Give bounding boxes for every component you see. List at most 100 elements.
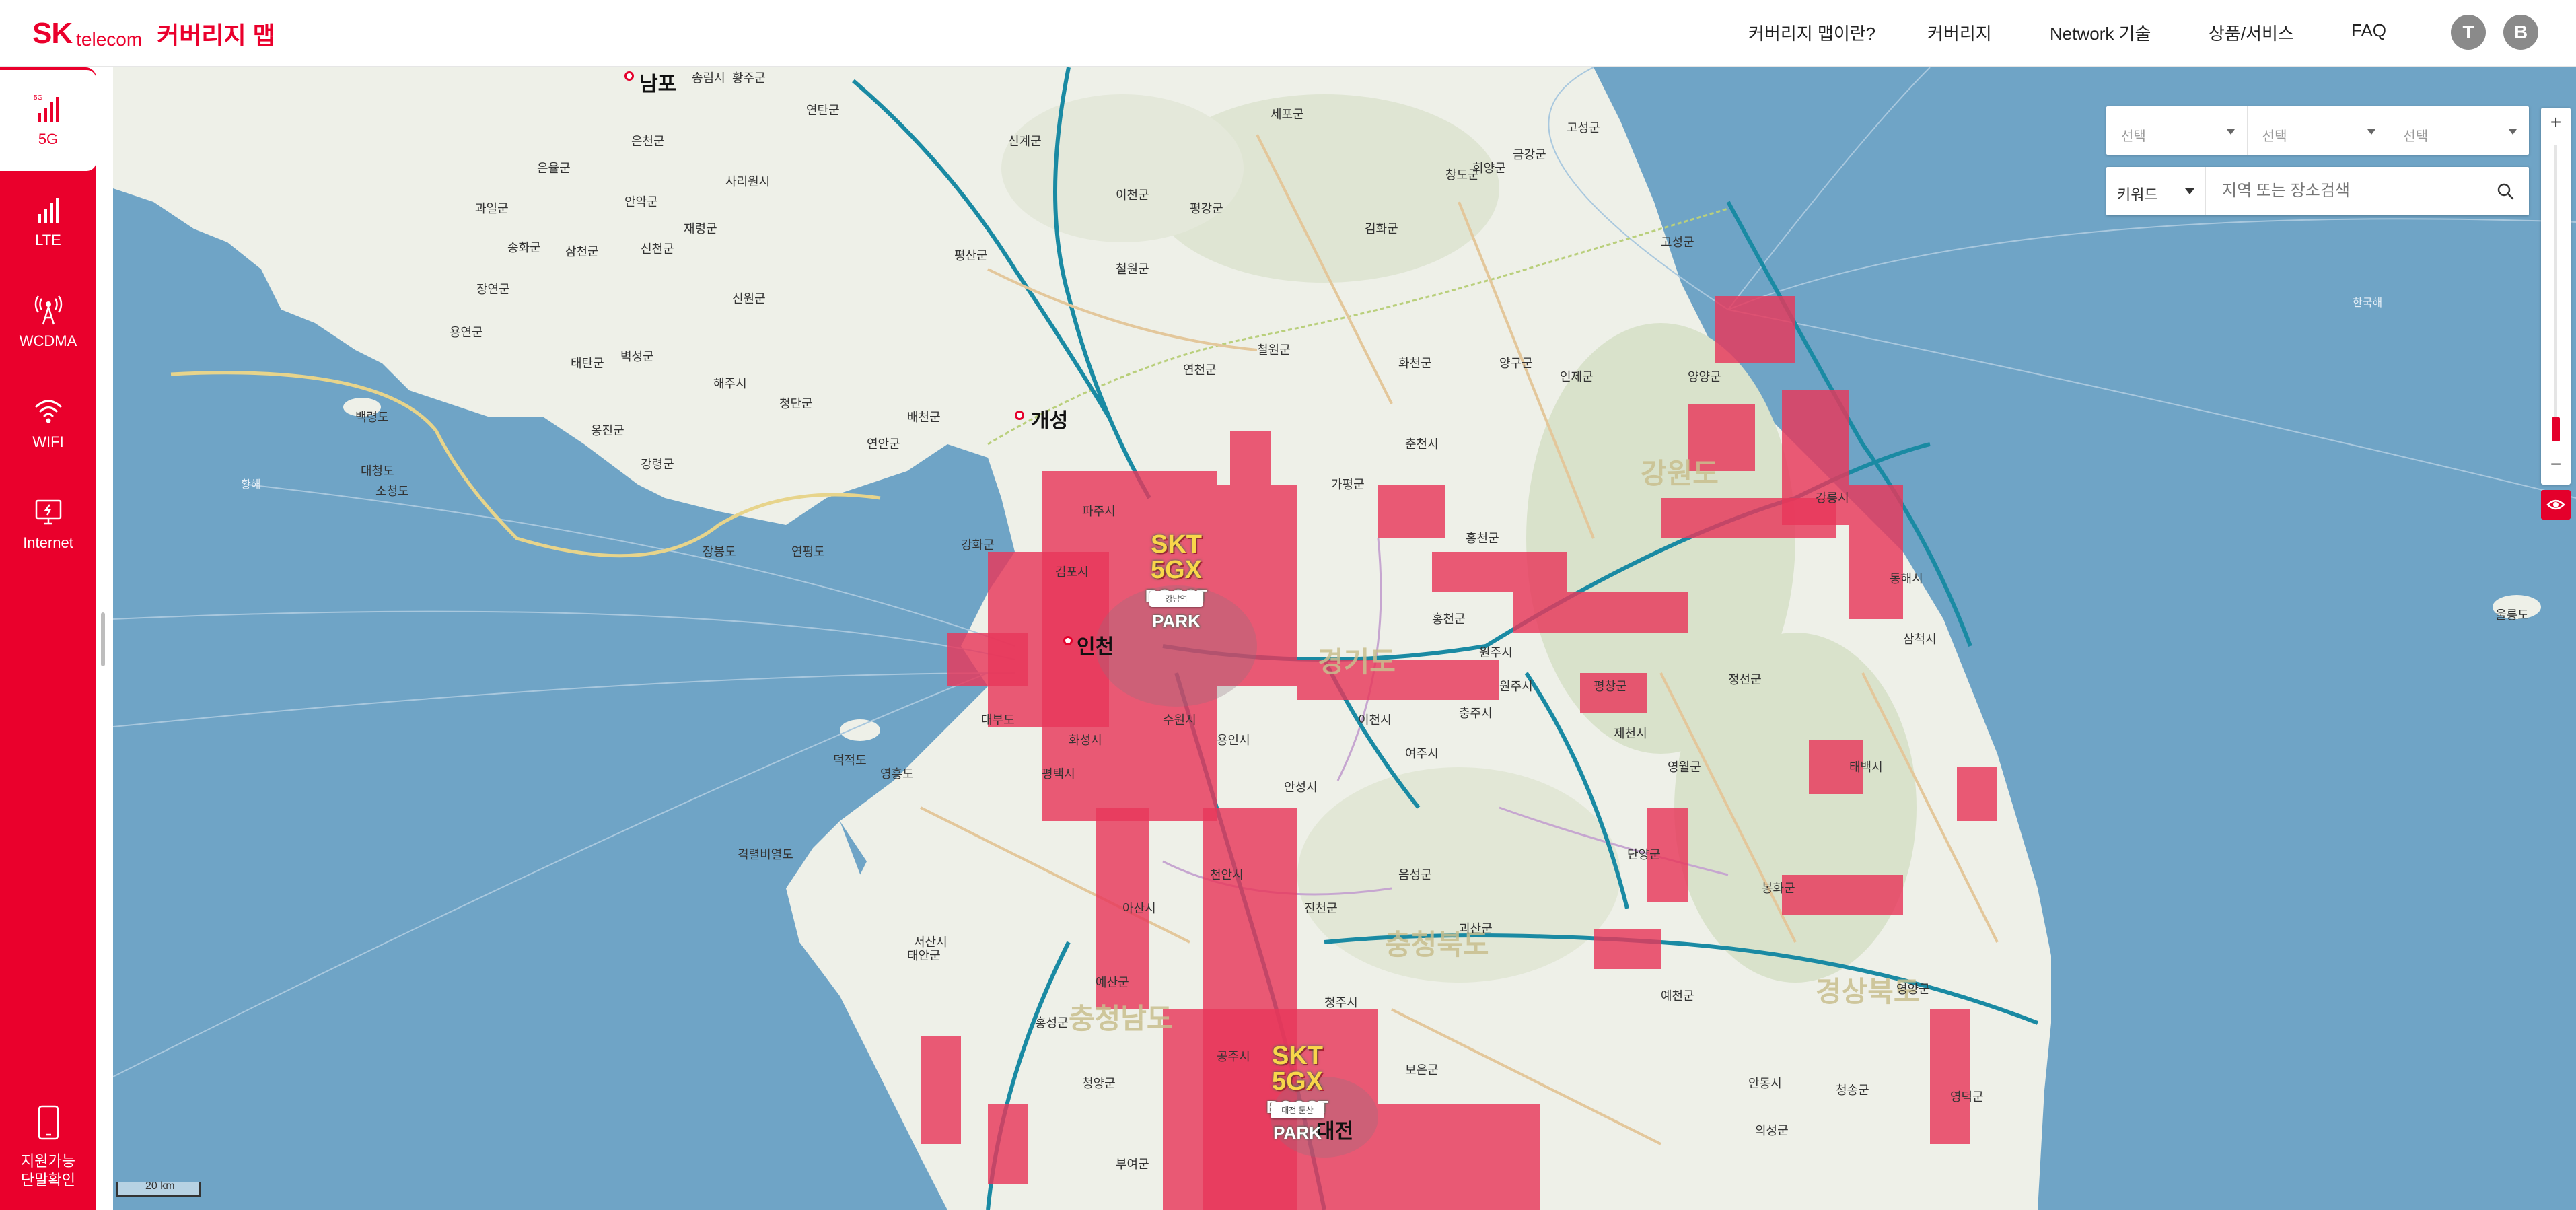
boost-park-title: SKT 5GX BOOST PARK (1145, 530, 1207, 631)
map-label: 여주시 (1405, 747, 1439, 760)
tab-wifi[interactable]: WIFI (0, 373, 96, 474)
chevron-down-icon (2367, 129, 2376, 135)
tab-lte[interactable]: LTE (0, 171, 96, 272)
map-label: 장봉도 (703, 545, 736, 559)
map-label: 청양군 (1082, 1077, 1116, 1090)
boost-park-tag: 대전 둔산 (1271, 1102, 1324, 1118)
map-label: 아산시 (1122, 902, 1156, 915)
map-label: 정선군 (1728, 673, 1762, 686)
city-marker (1015, 411, 1024, 420)
nav-network-tech[interactable]: Network 기술 (2050, 20, 2151, 45)
zoom-out-button[interactable]: − (2541, 450, 2571, 479)
minus-icon: − (2550, 454, 2562, 474)
search-type-select[interactable]: 키워드 (2106, 167, 2206, 215)
map-label: 김포시 (1055, 565, 1089, 579)
map-label: 신천군 (641, 242, 674, 256)
tworld-icon: T (2462, 22, 2474, 42)
device-check-button[interactable]: 지원가능 단말확인 (0, 1105, 96, 1190)
map-label: 영월군 (1668, 760, 1701, 774)
coverage-map[interactable]: 강원도 경기도 충청북도 충청남도 경상북도 남포 개성 인천 대전 송림시 황… (113, 67, 2576, 1210)
blog-button[interactable]: B (2503, 15, 2538, 50)
tab-wcdma[interactable]: WCDMA (0, 272, 96, 373)
map-label: 안성시 (1284, 781, 1318, 794)
map-label: 은율군 (537, 162, 571, 175)
map-label: 송림시 (692, 71, 725, 85)
map-label: 태백시 (1849, 760, 1883, 774)
device-check-line1: 지원가능 (21, 1153, 75, 1170)
sk-telecom-logo[interactable]: SK telecom 커버리지 맵 (32, 5, 275, 62)
map-label: 원주시 (1499, 680, 1533, 693)
map-label: 이천군 (1116, 188, 1149, 202)
map-label: 양구군 (1499, 357, 1533, 370)
map-scale-bar: 20 km (116, 1178, 203, 1198)
boost-park-marker[interactable]: SKT 5GX BOOST PARK 강남역 (1109, 505, 1244, 631)
nav-faq[interactable]: FAQ (2351, 20, 2386, 41)
city-label-nampo[interactable]: 남포 (639, 67, 676, 97)
zoom-control: + − (2541, 108, 2571, 485)
map-label: 대부도 (981, 713, 1015, 727)
map-label: 황주군 (732, 71, 766, 85)
signal-lte-icon (37, 198, 59, 223)
region-select-2[interactable]: 선택 (2248, 106, 2389, 155)
map-label: 천안시 (1210, 868, 1244, 882)
signal-5g-icon: 5G (34, 94, 59, 122)
region-filter-bar: 선택 선택 선택 (2106, 106, 2529, 155)
tworld-button[interactable]: T (2451, 15, 2486, 50)
zoom-in-button[interactable]: + (2541, 108, 2571, 137)
map-label: 장연군 (476, 283, 510, 296)
tab-internet[interactable]: Internet (0, 474, 96, 575)
search-type-value: 키워드 (2117, 186, 2158, 203)
plus-icon: + (2550, 112, 2562, 133)
search-input[interactable] (2206, 167, 2482, 215)
map-label: 태안군 (907, 949, 941, 962)
map-label: 고성군 (1661, 236, 1694, 249)
svg-text:5G: 5G (34, 94, 43, 102)
map-label: 제천시 (1614, 727, 1647, 740)
map-label: 창도군 (1445, 168, 1479, 182)
zoom-slider-track[interactable] (2554, 145, 2557, 441)
nav-about[interactable]: 커버리지 맵이란? (1748, 20, 1875, 45)
app-header: SK telecom 커버리지 맵 커버리지 맵이란? 커버리지 Network… (0, 0, 2576, 67)
map-label: 연탄군 (806, 104, 840, 117)
city-label-gaeseong[interactable]: 개성 (1031, 404, 1068, 433)
sidebar-resize-handle[interactable] (101, 612, 105, 666)
logo-telecom: telecom (76, 29, 143, 50)
map-label: 춘천시 (1405, 437, 1439, 451)
boost-park-tag: 강남역 (1149, 591, 1203, 607)
boost-park-title: SKT 5GX BOOST PARK (1266, 1042, 1328, 1143)
nav-products[interactable]: 상품/서비스 (2209, 20, 2294, 45)
map-label: 철원군 (1257, 343, 1291, 357)
map-label: 홍천군 (1432, 612, 1466, 626)
app-title: 커버리지 맵 (157, 22, 275, 49)
region-select-3-value: 선택 (2403, 129, 2429, 144)
chevron-down-icon (2226, 129, 2235, 135)
map-label: 예산군 (1096, 976, 1129, 989)
map-label: 부여군 (1116, 1158, 1149, 1171)
region-select-3[interactable]: 선택 (2388, 106, 2529, 155)
city-marker (1063, 636, 1073, 645)
tab-5g[interactable]: 5G 5G (0, 70, 96, 171)
map-label: 소청도 (375, 485, 409, 498)
layer-visibility-button[interactable] (2541, 490, 2571, 520)
map-label: 가평군 (1331, 478, 1365, 491)
search-button[interactable] (2482, 167, 2529, 215)
tab-wcdma-label: WCDMA (19, 332, 77, 349)
map-label: 평택시 (1042, 767, 1075, 781)
city-marker (624, 71, 634, 81)
map-label: 홍성군 (1035, 1016, 1069, 1030)
smartphone-icon (38, 1105, 59, 1140)
boost-park-marker[interactable]: SKT 5GX BOOST PARK 대전 둔산 (1230, 1016, 1365, 1143)
region-select-2-value: 선택 (2262, 129, 2287, 144)
wifi-icon (35, 400, 61, 423)
map-label: 영양군 (1896, 983, 1930, 996)
city-label-incheon[interactable]: 인천 (1077, 630, 1114, 660)
region-select-1[interactable]: 선택 (2106, 106, 2248, 155)
nav-coverage[interactable]: 커버리지 (1927, 20, 1992, 45)
map-label: 영덕군 (1950, 1090, 1984, 1104)
map-label: 고성군 (1567, 121, 1600, 135)
map-label: 영흥도 (880, 767, 914, 781)
map-label: 진천군 (1304, 902, 1338, 915)
map-label: 청단군 (779, 397, 813, 411)
map-label: 옹진군 (591, 424, 624, 437)
zoom-slider-handle[interactable] (2552, 417, 2560, 441)
